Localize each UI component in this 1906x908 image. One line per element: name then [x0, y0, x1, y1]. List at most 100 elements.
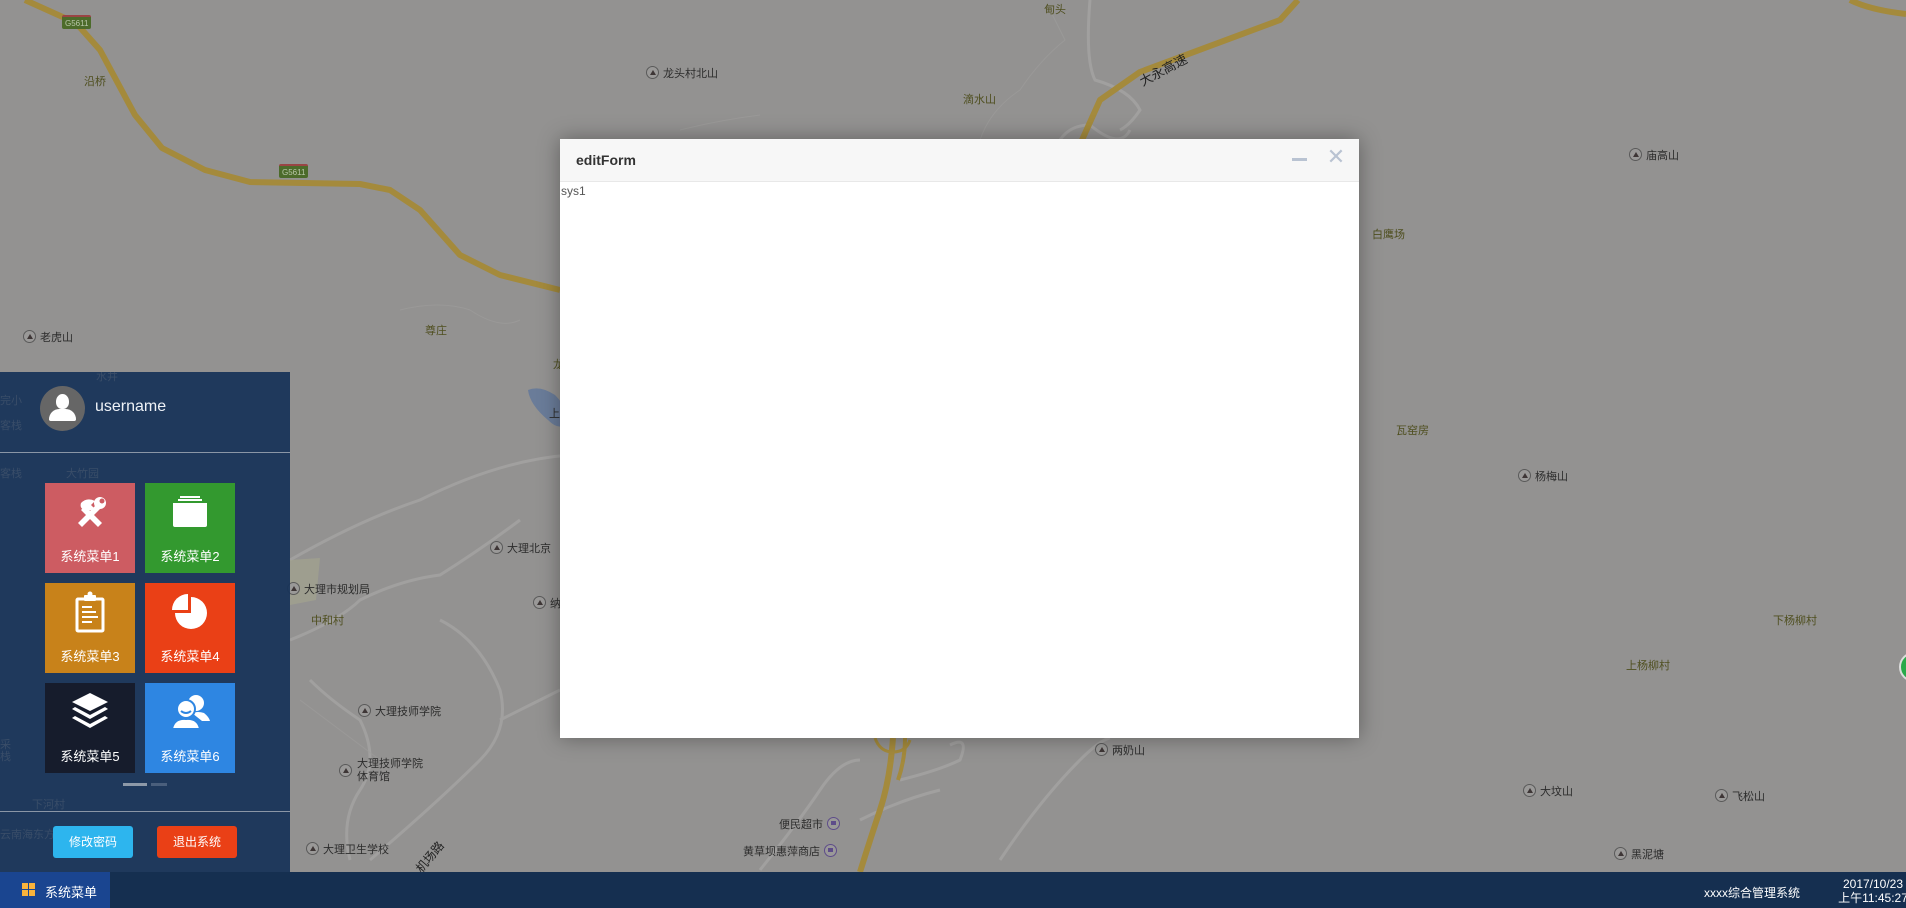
map-poi[interactable]: 飞松山 — [1715, 789, 1765, 804]
username: username — [95, 398, 167, 415]
mountain-icon — [1095, 743, 1108, 756]
map-poi[interactable]: 大理卫生学校 — [306, 842, 389, 857]
map-label: 甸头 — [1044, 4, 1066, 16]
highway-northeast — [1848, 0, 1906, 17]
tile-label: 系统菜单6 — [160, 749, 220, 764]
shop-icon — [824, 844, 837, 857]
minor-road — [998, 736, 1111, 861]
map-label: 上 — [549, 408, 560, 420]
mountain-icon — [1518, 469, 1531, 482]
highway-ramp — [896, 737, 907, 781]
tools-icon — [78, 497, 106, 527]
map-poi[interactable]: 杨梅山 — [1518, 469, 1568, 484]
map-poi[interactable]: 老虎山 — [23, 330, 73, 345]
divider — [0, 452, 290, 453]
mountain-icon — [1715, 789, 1728, 802]
dialog-title: editForm — [576, 152, 636, 168]
mountain-icon — [23, 330, 36, 343]
edit-form-dialog: editForm ✕ sys1 — [560, 139, 1359, 738]
map-label-faint: 客栈 — [0, 420, 22, 432]
tile-label: 系统菜单2 — [160, 549, 220, 564]
pie-chart-icon — [172, 594, 207, 629]
windows-icon — [22, 883, 36, 897]
menu-tile-4[interactable]: 系统菜单4 — [145, 583, 235, 673]
tile-label: 系统菜单4 — [160, 649, 220, 664]
highway-shield: G5611 — [279, 164, 309, 178]
tile-label: 系统菜单1 — [60, 549, 120, 564]
school-icon — [358, 704, 371, 717]
map-label: 滴水山 — [963, 94, 996, 106]
minor-road — [369, 618, 504, 862]
menu-tile-6[interactable]: 系统菜单6 — [145, 683, 235, 773]
highway-south — [857, 737, 896, 872]
map-poi[interactable]: 便民超市 — [779, 817, 840, 832]
dialog-body: sys1 — [561, 184, 586, 198]
change-password-button[interactable]: 修改密码 — [53, 826, 133, 858]
map-label-faint: 下河村 — [32, 799, 65, 811]
map-poi[interactable]: 大理市规划局 — [287, 582, 370, 597]
building-icon — [533, 596, 546, 609]
users-icon — [170, 695, 210, 730]
path-line — [979, 9, 1066, 141]
map-poi[interactable]: 大理北京 — [490, 541, 551, 556]
minimize-icon[interactable] — [1289, 149, 1309, 169]
dialog-header[interactable]: editForm ✕ — [560, 139, 1359, 182]
divider — [0, 811, 290, 812]
map-label: 下杨柳村 — [1773, 615, 1817, 627]
highway-shield: G5611 — [62, 15, 92, 29]
minor-road — [1058, 123, 1132, 141]
map-poi[interactable]: 大理技师学院体育馆 — [339, 758, 429, 784]
menu-tile-3[interactable]: 系统菜单3 — [45, 583, 135, 673]
folder-icon — [173, 496, 207, 527]
clock-date: 2017/10/23 — [1842, 877, 1904, 891]
menu-tile-2[interactable]: 系统菜单2 — [145, 483, 235, 573]
clipboard-icon — [75, 591, 105, 633]
highway-g5611 — [23, 0, 561, 293]
mountain-icon — [646, 66, 659, 79]
map-poi[interactable]: 大坟山 — [1523, 784, 1573, 799]
minor-road — [899, 740, 965, 782]
map-label-faint: 栈 — [0, 751, 11, 763]
mountain-icon — [1614, 847, 1627, 860]
map-poi[interactable]: 两奶山 — [1095, 743, 1145, 758]
menu-tile-5[interactable]: 系统菜单5 — [45, 683, 135, 773]
menu-tile-1[interactable]: 系统菜单1 — [45, 483, 135, 573]
clock-time: 上午11:45:27 — [1838, 891, 1906, 905]
tile-label: 系统菜单3 — [60, 649, 120, 664]
map-label-faint: 云南海东方 — [0, 829, 55, 841]
map-label-faint: 客栈 — [0, 468, 22, 480]
taskbar: 系统菜单 xxxx综合管理系统 2017/10/23 上午11:45:27 — [0, 872, 1906, 908]
pager-dot[interactable] — [151, 783, 167, 786]
map-label: 上杨柳村 — [1626, 660, 1670, 672]
map-label: 沿桥 — [84, 76, 106, 88]
pager-dot-active[interactable] — [123, 783, 147, 786]
mountain-icon — [1523, 784, 1536, 797]
building-icon — [490, 541, 503, 554]
minor-road — [499, 688, 561, 722]
map-label: 尊庄 — [425, 325, 447, 337]
map-label: 中和村 — [311, 615, 344, 627]
minor-road — [859, 788, 941, 822]
school-icon — [306, 842, 319, 855]
close-icon[interactable]: ✕ — [1325, 146, 1347, 168]
map-poi[interactable]: 庙高山 — [1629, 148, 1679, 163]
map-poi[interactable]: 黑泥塘 — [1614, 847, 1664, 862]
clock: 2017/10/23 上午11:45:27 — [1838, 877, 1906, 905]
start-menu-button[interactable]: 系统菜单 — [0, 872, 110, 908]
map-label: 白鹰场 — [1372, 229, 1405, 241]
map-label-faint: 大竹园 — [66, 468, 99, 480]
tile-label: 系统菜单5 — [60, 749, 120, 764]
map-label-faint: 水井 — [96, 371, 118, 383]
map-poi[interactable]: 纳 — [533, 596, 561, 611]
map-poi[interactable]: 龙头村北山 — [646, 66, 718, 81]
shop-icon — [827, 817, 840, 830]
start-menu-panel: 水井 完小 客栈 客栈 大竹园 采 栈 下河村 云南海东方 username 系… — [0, 371, 290, 872]
highway-dayong — [1079, 0, 1301, 142]
app-name: xxxx综合管理系统 — [1704, 886, 1801, 900]
map-poi[interactable]: 大理技师学院 — [358, 704, 441, 719]
logout-button[interactable]: 退出系统 — [157, 826, 237, 858]
map-label-faint: 完小 — [0, 395, 22, 407]
user-icon[interactable] — [40, 386, 85, 431]
map-label: 瓦窑房 — [1396, 425, 1429, 437]
map-poi[interactable]: 黄草坝惠萍商店 — [743, 844, 837, 859]
